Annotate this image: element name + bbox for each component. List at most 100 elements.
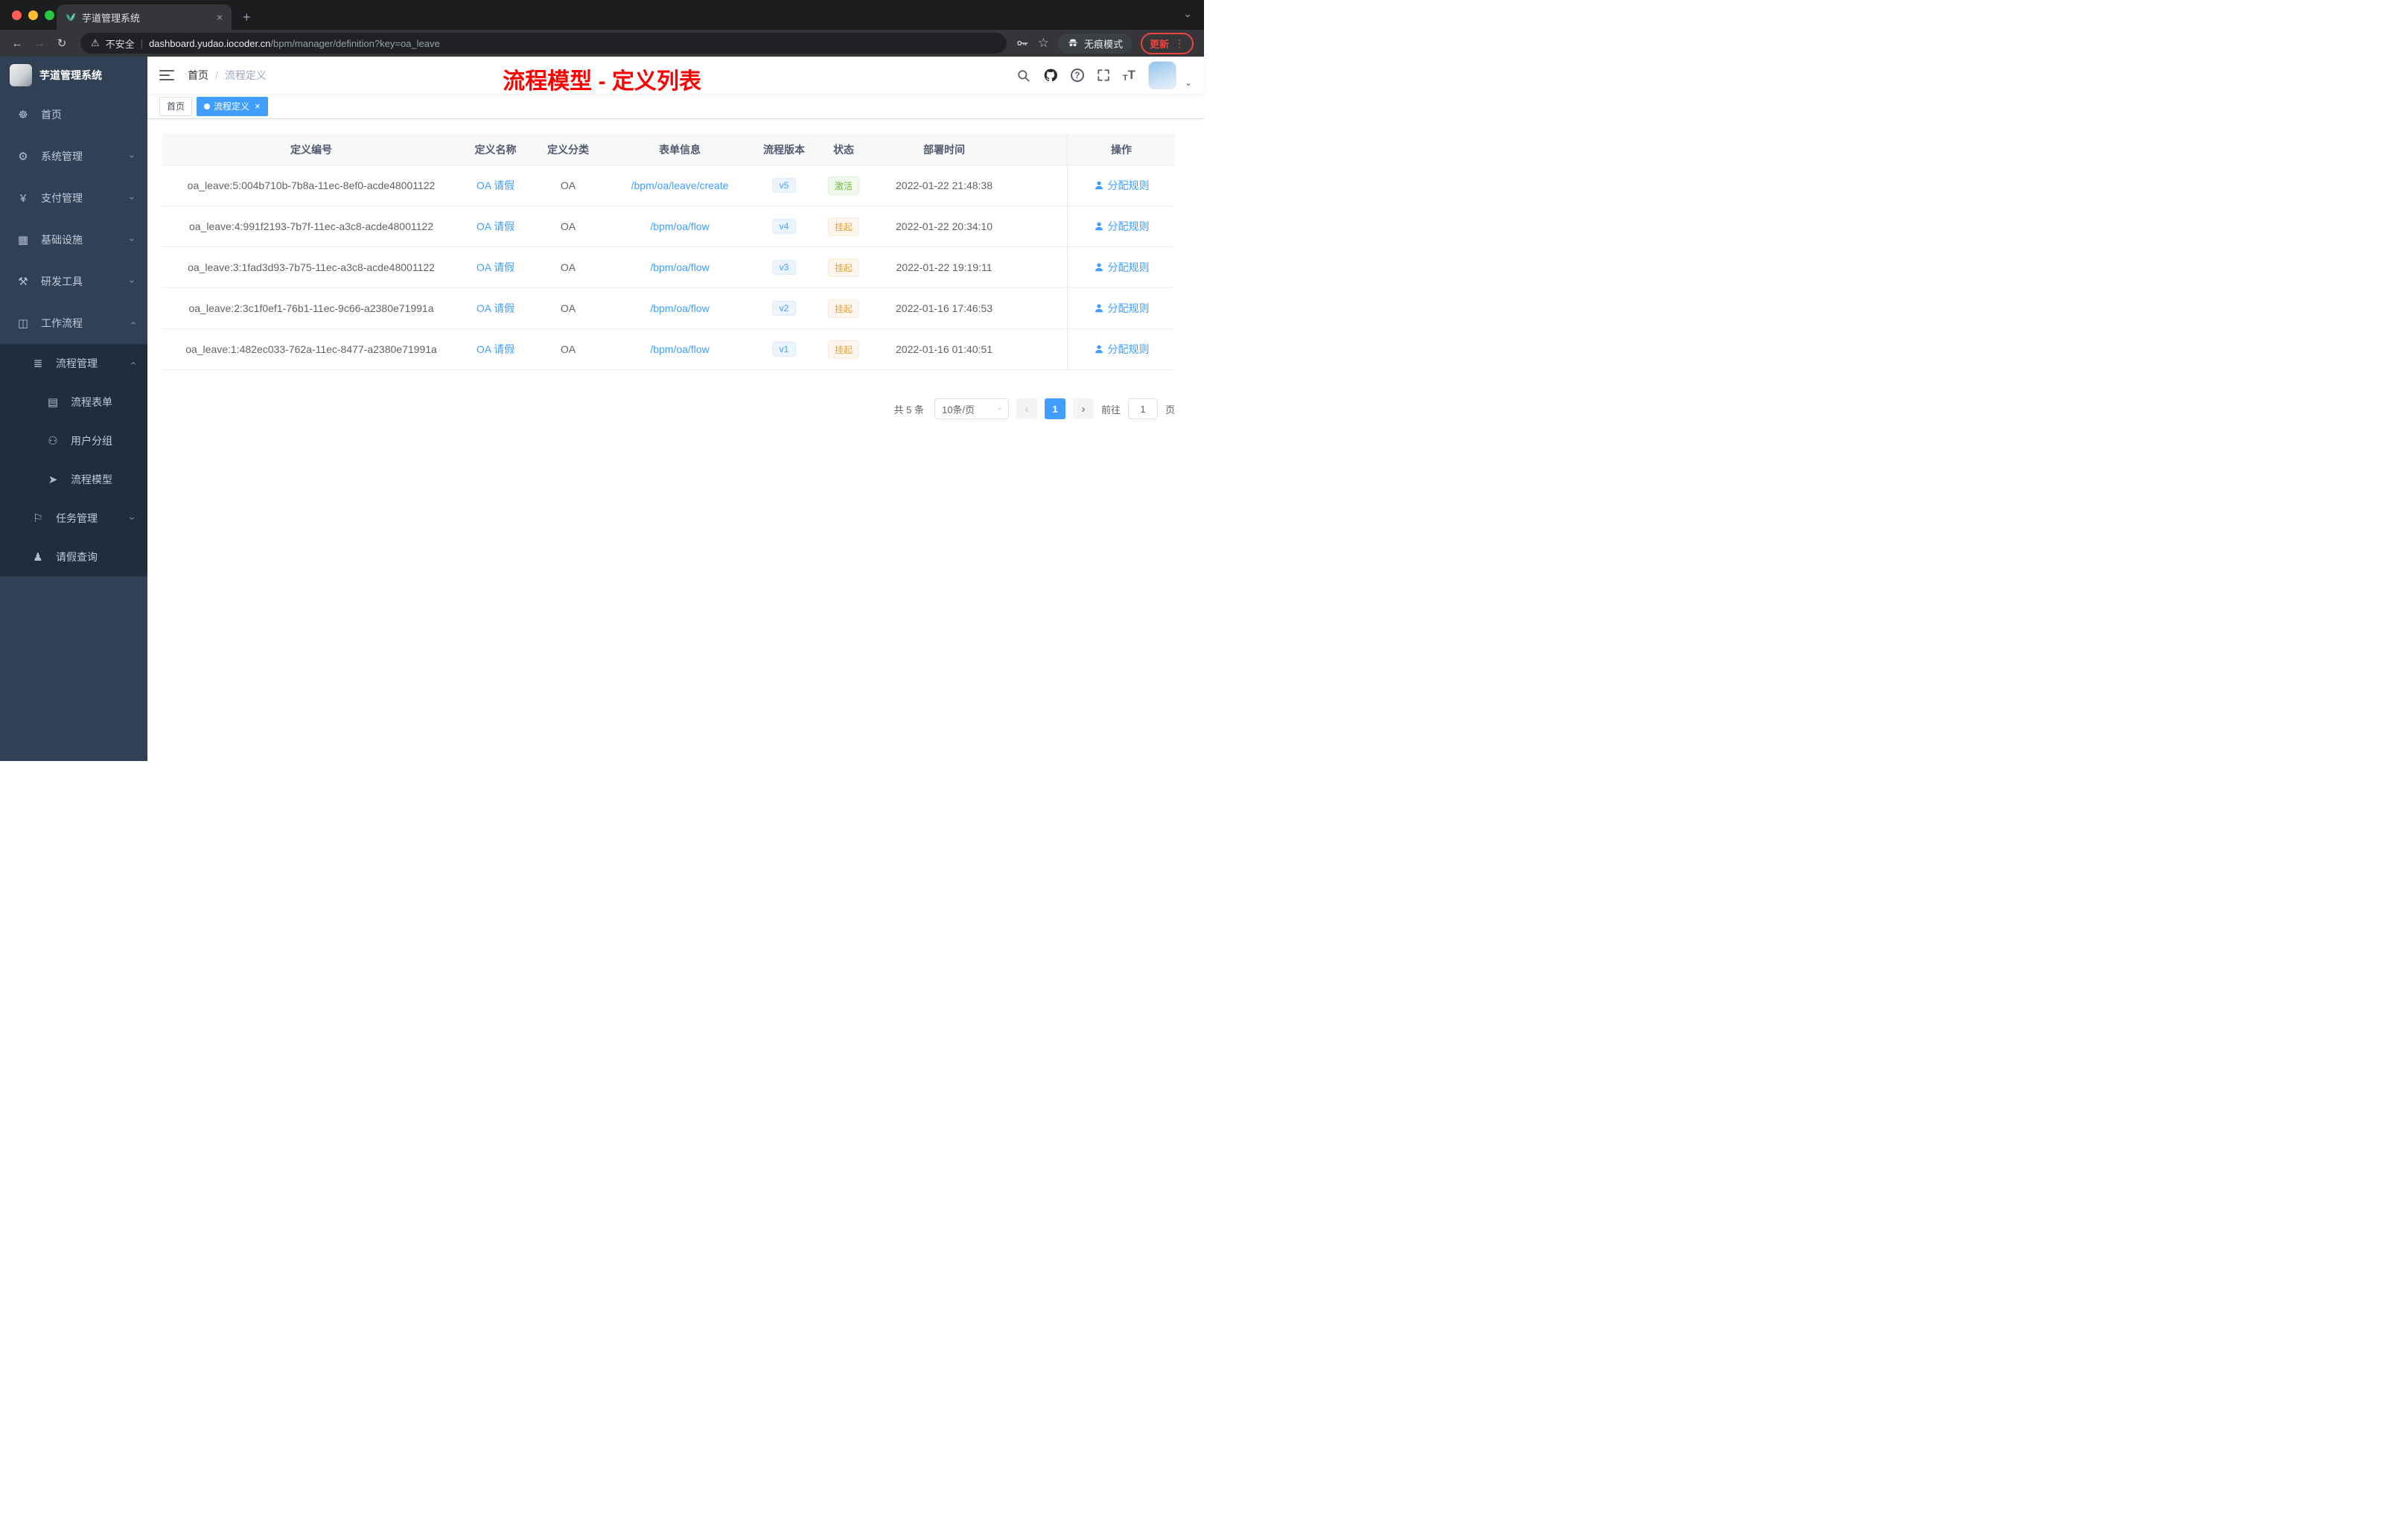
more-menu-icon[interactable]: ⋮ — [1174, 37, 1185, 50]
form-link[interactable]: /bpm/oa/flow — [650, 343, 709, 355]
avatar[interactable] — [1147, 61, 1176, 89]
col-form-info: 表单信息 — [659, 143, 701, 156]
page-size-select[interactable]: 10条/页 › — [934, 398, 1009, 419]
back-icon[interactable]: ← — [7, 37, 27, 50]
workflow-submenu: ≣ 流程管理 › ▤ 流程表单 ⚇ 用户分组 ➤ 流程模型 ⚐ 任务管理 › ♟… — [0, 344, 147, 576]
browser-update-button[interactable]: 更新 ⋮ — [1140, 32, 1194, 54]
current-page-button[interactable]: 1 — [1044, 398, 1066, 419]
tag-home[interactable]: 首页 — [159, 96, 193, 116]
definition-name-link[interactable]: OA 请假 — [477, 178, 515, 193]
col-definition-category: 定义分类 — [547, 143, 589, 156]
table-row: oa_leave:5:004b710b-7b8a-11ec-8ef0-acde4… — [162, 165, 1175, 206]
sidebar-item-task-management[interactable]: ⚐ 任务管理 › — [0, 499, 147, 538]
deploy-time: 2022-01-22 21:48:38 — [896, 179, 993, 191]
assign-rule-link[interactable]: 分配规则 — [1094, 301, 1150, 316]
incognito-badge: 无痕模式 — [1057, 33, 1132, 54]
definition-id: oa_leave:3:1fad3d93-7b75-11ec-a3c8-acde4… — [188, 261, 435, 273]
prev-page-button[interactable]: ‹ — [1016, 398, 1037, 419]
assign-rule-link[interactable]: 分配规则 — [1094, 178, 1150, 193]
security-label[interactable]: 不安全 — [106, 36, 135, 51]
tag-process-definition[interactable]: 流程定义 × — [197, 96, 268, 116]
person-icon — [1095, 222, 1103, 231]
sidebar-item-workflow[interactable]: ◫ 工作流程 › — [0, 302, 147, 344]
chevron-down-icon: › — [127, 196, 138, 200]
deploy-time: 2022-01-22 19:19:11 — [896, 261, 993, 273]
person-icon — [1095, 345, 1103, 354]
sidebar-item-leave-query[interactable]: ♟ 请假查询 — [0, 538, 147, 576]
page-content: 定义编号 定义名称 定义分类 表单信息 流程版本 状态 部署时间 操作 oa_l… — [147, 119, 1204, 761]
goto-page-input[interactable] — [1127, 398, 1158, 419]
col-deploy-time: 部署时间 — [923, 143, 965, 156]
maximize-window-button[interactable] — [45, 10, 54, 20]
reload-icon[interactable]: ↻ — [52, 36, 71, 50]
assign-rule-link[interactable]: 分配规则 — [1094, 219, 1150, 234]
form-icon: ▤ — [47, 396, 59, 409]
sidebar-item-process-management[interactable]: ≣ 流程管理 › — [0, 344, 147, 383]
help-icon[interactable]: ? — [1070, 69, 1084, 82]
chevron-up-icon: › — [127, 321, 138, 325]
status-badge: 挂起 — [827, 217, 859, 236]
sidebar-item-home[interactable]: ☸ 首页 — [0, 94, 147, 136]
active-dot — [204, 103, 211, 109]
sidebar-logo[interactable]: 芋道管理系统 — [0, 57, 147, 94]
pagination: 共 5 条 10条/页 › ‹ 1 › 前往 页 — [162, 398, 1175, 419]
sidebar-item-payment[interactable]: ¥ 支付管理 › — [0, 177, 147, 219]
tab-search-caret-icon[interactable]: ⌄ — [1183, 7, 1192, 20]
incognito-label: 无痕模式 — [1083, 38, 1123, 50]
address-divider: | — [140, 37, 144, 49]
sidebar-item-process-form[interactable]: ▤ 流程表单 — [0, 383, 147, 421]
github-icon[interactable] — [1043, 68, 1058, 83]
sidebar-item-system[interactable]: ⚙ 系统管理 › — [0, 136, 147, 177]
assign-rule-link[interactable]: 分配规则 — [1094, 342, 1150, 357]
grid-icon: ▦ — [17, 234, 29, 246]
definition-category: OA — [560, 220, 576, 232]
tab-close-icon[interactable]: × — [217, 11, 223, 23]
col-operation: 操作 — [1067, 134, 1175, 165]
bookmark-star-icon[interactable]: ☆ — [1038, 36, 1049, 51]
form-link[interactable]: /bpm/oa/flow — [650, 220, 709, 232]
key-icon[interactable] — [1016, 36, 1029, 50]
font-size-icon[interactable]: TT — [1123, 68, 1135, 83]
chevron-down-icon: › — [127, 516, 138, 520]
sidebar-item-devtools[interactable]: ⚒ 研发工具 › — [0, 261, 147, 302]
status-badge: 挂起 — [827, 258, 859, 277]
version-badge: v4 — [771, 219, 797, 234]
navbar-right: ? TT ⌄ — [1016, 61, 1192, 89]
pagination-total: 共 5 条 — [894, 404, 924, 415]
sidebar-item-user-group[interactable]: ⚇ 用户分组 — [0, 421, 147, 460]
col-process-version: 流程版本 — [763, 143, 805, 156]
forward-icon[interactable]: → — [30, 37, 49, 50]
form-link[interactable]: /bpm/oa/flow — [650, 302, 709, 314]
definition-name-link[interactable]: OA 请假 — [477, 301, 515, 316]
update-label: 更新 — [1149, 38, 1169, 50]
address-bar[interactable]: ⚠ 不安全 | dashboard.yudao.iocoder.cn/bpm/m… — [80, 33, 1007, 54]
chevron-down-icon: › — [994, 407, 1005, 410]
tag-close-icon[interactable]: × — [255, 101, 261, 112]
toolbar-right: ☆ 无痕模式 更新 ⋮ — [1016, 32, 1197, 54]
new-tab-button[interactable]: + — [243, 10, 251, 25]
sidebar-toggle-icon[interactable] — [159, 70, 174, 80]
sidebar-item-infrastructure[interactable]: ▦ 基础设施 › — [0, 219, 147, 261]
form-link[interactable]: /bpm/oa/leave/create — [631, 179, 729, 191]
close-window-button[interactable] — [12, 10, 22, 20]
app-title: 芋道管理系统 — [39, 69, 102, 81]
definition-category: OA — [560, 261, 576, 273]
definition-name-link[interactable]: OA 请假 — [477, 260, 515, 275]
assign-rule-link[interactable]: 分配规则 — [1094, 260, 1150, 275]
avatar-caret-icon[interactable]: ⌄ — [1185, 77, 1192, 89]
form-link[interactable]: /bpm/oa/flow — [650, 261, 709, 273]
minimize-window-button[interactable] — [28, 10, 38, 20]
goto-label: 前往 — [1101, 404, 1121, 415]
next-page-button[interactable]: › — [1072, 398, 1094, 419]
breadcrumb-home[interactable]: 首页 — [188, 68, 208, 83]
sidebar-item-process-model[interactable]: ➤ 流程模型 — [0, 460, 147, 499]
browser-tab[interactable]: 芋道管理系统 × — [57, 4, 232, 30]
tab-strip: 芋道管理系统 × + ⌄ — [0, 0, 1204, 30]
definition-name-link[interactable]: OA 请假 — [477, 219, 515, 234]
definition-id: oa_leave:1:482ec033-762a-11ec-8477-a2380… — [185, 343, 437, 355]
fullscreen-icon[interactable] — [1097, 69, 1110, 82]
col-definition-name: 定义名称 — [474, 143, 517, 156]
search-icon[interactable] — [1016, 69, 1031, 83]
definition-name-link[interactable]: OA 请假 — [477, 342, 515, 357]
incognito-icon — [1068, 39, 1077, 47]
